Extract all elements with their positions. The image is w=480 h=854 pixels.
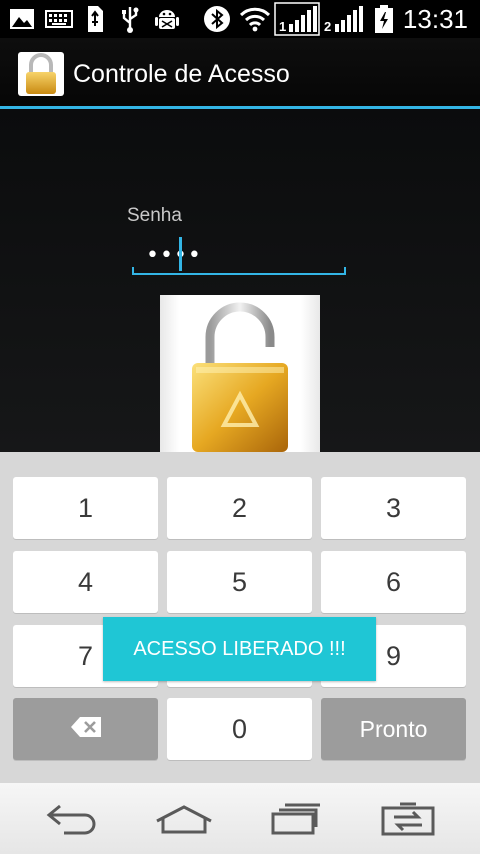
wifi-icon: [238, 0, 272, 38]
key-4[interactable]: 4: [13, 551, 158, 613]
key-0[interactable]: 0: [167, 698, 312, 760]
signal-sim2-icon: 2: [322, 0, 368, 38]
dual-window-icon[interactable]: [368, 793, 448, 845]
keyboard-icon: [44, 0, 74, 38]
access-granted-toast: ACESSO LIBERADO !!!: [103, 617, 376, 681]
sim2-label: 2: [324, 19, 331, 34]
app-lock-icon[interactable]: [18, 52, 64, 96]
bluetooth-icon: [202, 0, 232, 38]
key-1[interactable]: 1: [13, 477, 158, 539]
done-key[interactable]: Pronto: [321, 698, 466, 760]
lock-image: [160, 295, 320, 452]
usb-icon: [118, 0, 142, 38]
key-3[interactable]: 3: [321, 477, 466, 539]
usb-storage-icon: [84, 0, 106, 38]
password-field[interactable]: ••••: [132, 235, 346, 275]
android-debug-icon: [152, 0, 182, 38]
status-bar: 1 2 13:31: [0, 0, 480, 38]
home-icon[interactable]: [144, 793, 224, 845]
navigation-bar: [0, 783, 480, 854]
recent-apps-icon[interactable]: [256, 793, 336, 845]
key-6[interactable]: 6: [321, 551, 466, 613]
app-title: Controle de Acesso: [73, 60, 290, 88]
password-underline: [132, 267, 346, 275]
battery-charging-icon: [372, 0, 396, 38]
key-5[interactable]: 5: [167, 551, 312, 613]
action-bar: Controle de Acesso: [0, 38, 480, 109]
back-icon[interactable]: [32, 793, 112, 845]
gallery-icon: [8, 0, 36, 38]
backspace-icon: [70, 714, 102, 745]
key-2[interactable]: 2: [167, 477, 312, 539]
sim1-label: 1: [279, 19, 286, 34]
signal-sim1-icon: 1: [274, 0, 320, 38]
password-value: ••••: [146, 243, 202, 268]
main-content: Senha ••••: [0, 109, 480, 452]
text-cursor: [179, 237, 182, 271]
delete-key[interactable]: [13, 698, 158, 760]
password-label: Senha: [127, 205, 182, 226]
clock: 13:31: [402, 4, 468, 34]
